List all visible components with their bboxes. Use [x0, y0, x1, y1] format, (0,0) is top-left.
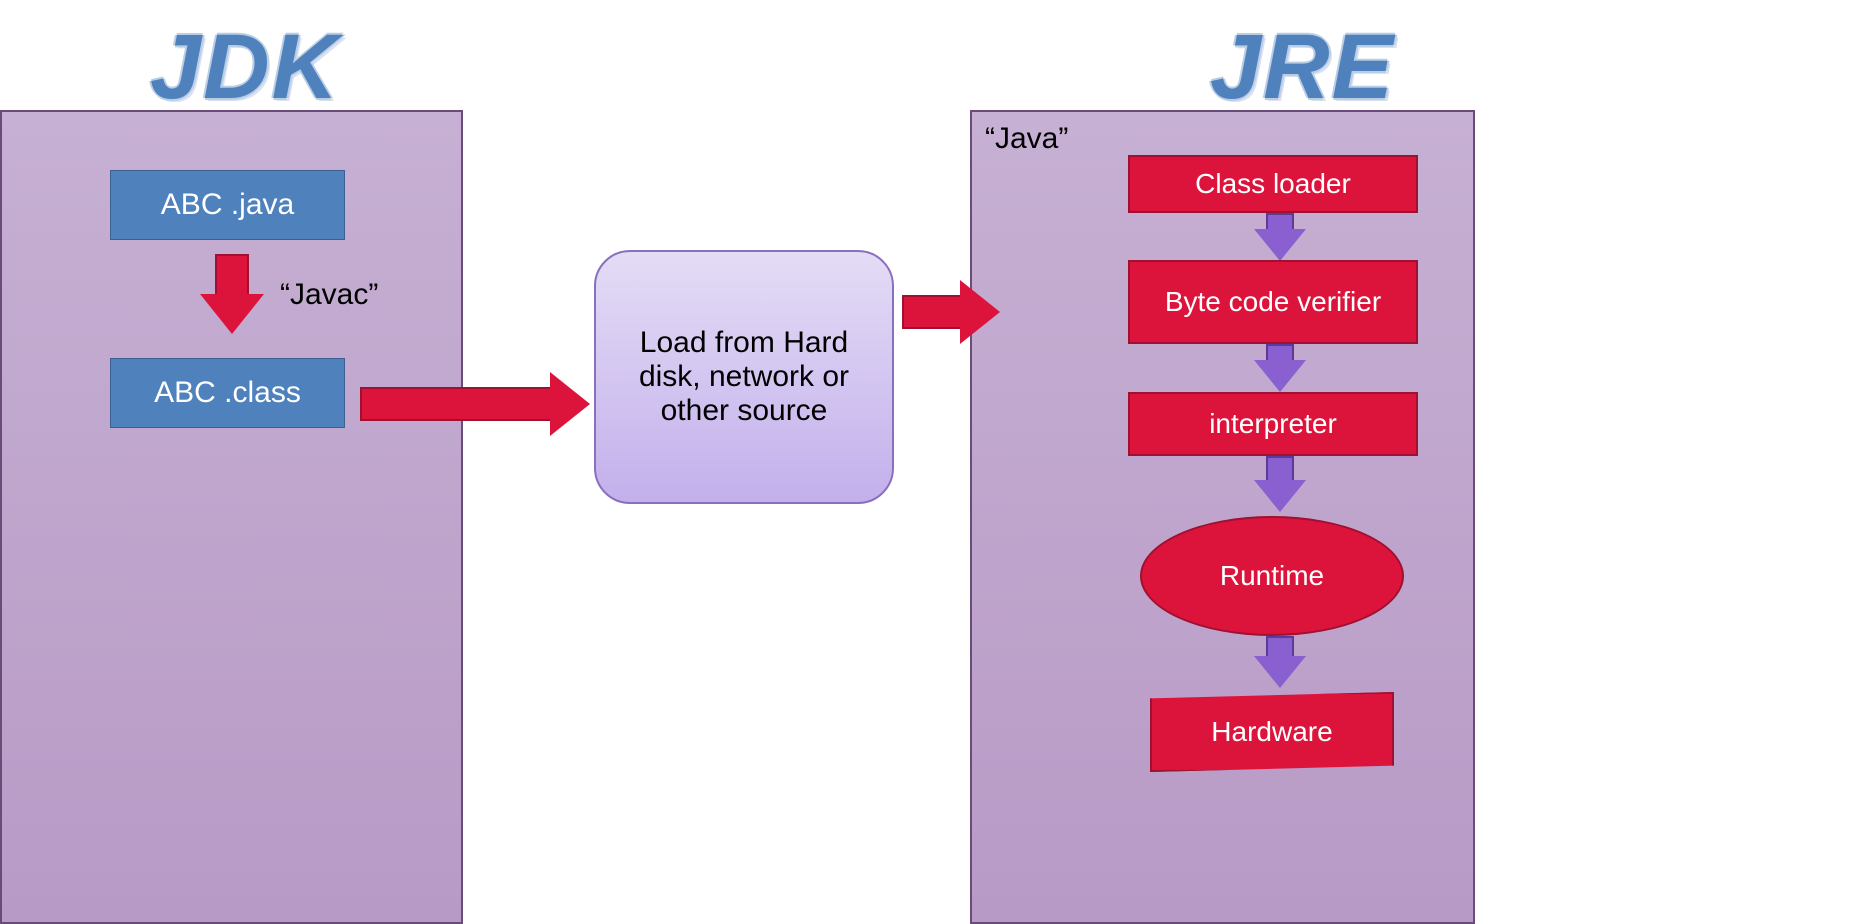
interpreter-box: interpreter	[1128, 392, 1418, 456]
class-loader-box: Class loader	[1128, 155, 1418, 213]
class-file-box: ABC .class	[110, 358, 345, 428]
arrow-interpreter-to-runtime-icon	[1254, 456, 1306, 512]
java-file-box: ABC .java	[110, 170, 345, 240]
runtime-ellipse: Runtime	[1140, 516, 1404, 636]
hardware-box: Hardware	[1150, 692, 1394, 772]
arrow-verifier-to-interpreter-icon	[1254, 344, 1306, 392]
load-to-jre-arrow-icon	[902, 280, 1000, 344]
jdk-to-load-arrow-icon	[360, 372, 590, 436]
arrow-classloader-to-verifier-icon	[1254, 213, 1306, 261]
jre-panel	[970, 110, 1475, 924]
javac-label: “Javac”	[280, 278, 378, 312]
java-label: “Java”	[985, 122, 1068, 156]
arrow-runtime-to-hardware-icon	[1254, 636, 1306, 688]
load-source-box: Load from Hard disk, network or other so…	[594, 250, 894, 504]
jre-title: JRE	[1210, 15, 1395, 120]
bytecode-verifier-box: Byte code verifier	[1128, 260, 1418, 344]
javac-arrow-icon	[200, 254, 264, 334]
jdk-title: JDK	[150, 15, 340, 120]
